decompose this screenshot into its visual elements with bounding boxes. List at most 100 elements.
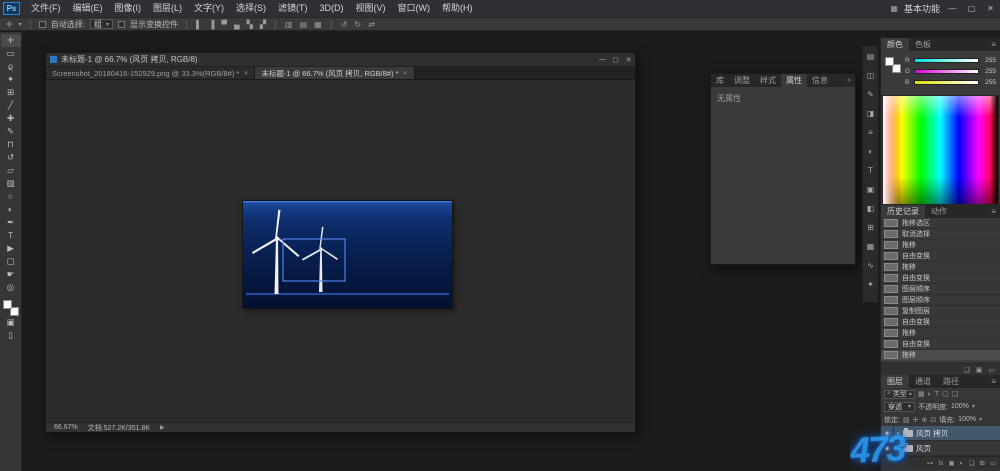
collapsed-panel-icon-10[interactable]: ⊞ <box>867 221 874 234</box>
align-left-icon[interactable]: ▌ <box>195 20 203 29</box>
doc-close-button[interactable]: ✕ <box>622 56 635 64</box>
collapsed-panel-icon-1[interactable]: ▤ <box>867 50 875 63</box>
menu-select[interactable]: 选择(S) <box>230 0 272 17</box>
blend-mode-dropdown[interactable]: 穿透 ▾ <box>884 402 915 412</box>
doc-restore-button[interactable]: ▢ <box>609 56 622 64</box>
collapsed-panel-icon-9[interactable]: ◧ <box>867 202 875 215</box>
canvas-image[interactable] <box>243 201 452 308</box>
auto-select-dropdown[interactable]: 组 ▾ <box>90 19 113 29</box>
new-document-from-state-icon[interactable]: ❏ <box>963 366 969 374</box>
menu-help[interactable]: 帮助(H) <box>436 0 479 17</box>
history-state-current[interactable]: 拖移 <box>881 350 1000 361</box>
opacity-value[interactable]: 100% <box>951 403 969 410</box>
history-state[interactable]: 自由变换 <box>881 317 1000 328</box>
color-spectrum-picker[interactable] <box>882 95 999 205</box>
layer-row-fengye[interactable]: ◉ ▸ 风页 <box>881 441 1000 456</box>
collapsed-panel-icon-11[interactable]: ▦ <box>867 240 875 253</box>
dodge-tool-button[interactable]: ◐ <box>1 203 21 216</box>
tab-properties[interactable]: 属性 <box>781 74 807 87</box>
3d-roll-icon[interactable]: ↻ <box>353 20 362 29</box>
green-value[interactable]: 255 <box>982 68 996 75</box>
status-arrow-icon[interactable]: ▶ <box>160 424 165 431</box>
history-state[interactable]: 自由变换 <box>881 273 1000 284</box>
create-snapshot-icon[interactable]: ▣ <box>976 366 983 374</box>
collapsed-panel-icon-13[interactable]: ✦ <box>867 278 874 291</box>
tab-info[interactable]: 信息 <box>807 74 833 87</box>
tab-adjustments[interactable]: 调整 <box>729 74 755 87</box>
document-tab-screenshot[interactable]: Screenshot_20180416-152929.png @ 33.3%(R… <box>46 67 255 79</box>
eyedropper-tool-button[interactable]: ╱ <box>1 99 21 112</box>
history-state[interactable]: 拖移 <box>881 328 1000 339</box>
spot-healing-brush-tool-button[interactable]: ✚ <box>1 112 21 125</box>
color-panel-swatches[interactable] <box>885 57 901 73</box>
minimize-button[interactable]: — <box>946 4 959 13</box>
visibility-eye-icon[interactable]: ◉ <box>881 426 894 440</box>
history-state[interactable]: 自由变换 <box>881 251 1000 262</box>
layer-row-fengye-copy[interactable]: ◉ ▸ 风页 拷贝 <box>881 426 1000 441</box>
collapsed-panel-icon-2[interactable]: ◫ <box>867 69 875 82</box>
3d-drag-icon[interactable]: ⇄ <box>367 20 376 29</box>
tab-libraries[interactable]: 库 <box>711 74 729 87</box>
layer-name[interactable]: 风页 拷贝 <box>916 428 948 439</box>
align-center-h-icon[interactable]: ▚ <box>246 20 254 29</box>
menu-file[interactable]: 文件(F) <box>25 0 67 17</box>
brush-tool-button[interactable]: ✎ <box>1 125 21 138</box>
new-layer-icon[interactable]: ⊞ <box>979 459 984 467</box>
link-layers-icon[interactable]: ⊶ <box>927 459 934 467</box>
history-state[interactable]: 自由变换 <box>881 339 1000 350</box>
history-state[interactable]: 图层顺序 <box>881 284 1000 295</box>
eraser-tool-button[interactable]: ▱ <box>1 164 21 177</box>
chevron-down-icon[interactable]: ▾ <box>972 403 975 410</box>
tab-styles[interactable]: 样式 <box>755 74 781 87</box>
shape-tool-button[interactable]: ▢ <box>1 255 21 268</box>
foreground-color-swatch[interactable] <box>3 300 12 309</box>
new-adjustment-layer-icon[interactable]: ◐ <box>960 460 964 467</box>
collapsed-panel-icon-3[interactable]: ✎ <box>867 88 874 101</box>
align-center-v-icon[interactable]: ▞ <box>259 20 267 29</box>
foreground-color-swatch[interactable] <box>885 57 894 66</box>
delete-layer-icon[interactable]: ▭ <box>990 459 996 467</box>
menu-type[interactable]: 文字(Y) <box>188 0 230 17</box>
filter-adjustment-layers-icon[interactable]: ◐ <box>928 391 932 398</box>
distribute-h-icon[interactable]: ▥ <box>284 20 294 29</box>
lock-position-icon[interactable]: ✛ <box>913 416 919 424</box>
red-value[interactable]: 255 <box>982 57 996 64</box>
menu-edit[interactable]: 编辑(E) <box>67 0 109 17</box>
path-selection-tool-button[interactable]: ▶ <box>1 242 21 255</box>
history-state[interactable]: 取消选择 <box>881 229 1000 240</box>
visibility-eye-icon[interactable]: ◉ <box>881 441 894 455</box>
screen-mode-button[interactable]: ▯ <box>1 329 21 342</box>
3d-rotate-icon[interactable]: ↺ <box>340 20 349 29</box>
quick-selection-tool-button[interactable]: ✦ <box>1 73 21 86</box>
maximize-button[interactable]: ▢ <box>965 4 978 13</box>
align-bottom-icon[interactable]: ▄ <box>233 20 241 29</box>
green-slider[interactable] <box>914 69 979 74</box>
clone-stamp-tool-button[interactable]: ⊓ <box>1 138 21 151</box>
pen-tool-button[interactable]: ✒ <box>1 216 21 229</box>
group-expand-icon[interactable]: ▸ <box>897 430 900 437</box>
color-swatch-control[interactable] <box>3 300 19 316</box>
filter-pixel-layers-icon[interactable]: ▦ <box>918 390 925 398</box>
show-transform-checkbox[interactable] <box>118 21 125 28</box>
menu-layer[interactable]: 图层(L) <box>147 0 188 17</box>
current-tool-icon[interactable]: ✛ <box>5 20 14 29</box>
blue-slider[interactable] <box>914 80 979 85</box>
align-top-icon[interactable]: ▀ <box>220 20 228 29</box>
blur-tool-button[interactable]: ○ <box>1 190 21 203</box>
new-group-icon[interactable]: ❏ <box>969 459 975 467</box>
tab-channels[interactable]: 通道 <box>909 375 937 388</box>
delete-state-icon[interactable]: ▭ <box>988 366 995 374</box>
rectangular-marquee-tool-button[interactable]: ▭ <box>1 47 21 60</box>
close-icon[interactable]: ✕ <box>243 70 248 77</box>
lock-transparency-icon[interactable]: ▨ <box>903 416 910 424</box>
collapsed-panel-icon-4[interactable]: ◨ <box>867 107 875 120</box>
layer-name[interactable]: 风页 <box>916 443 931 454</box>
blue-value[interactable]: 255 <box>982 79 996 86</box>
collapsed-panel-icon-8[interactable]: ▣ <box>867 183 875 196</box>
collapsed-panel-icon-6[interactable]: ◐ <box>868 145 873 158</box>
add-layer-mask-icon[interactable]: ▣ <box>948 459 954 467</box>
panel-menu-icon[interactable]: ≡ <box>991 40 1000 49</box>
tab-history[interactable]: 历史记录 <box>881 205 925 218</box>
layer-filter-dropdown[interactable]: ⌕ 类型 ▾ <box>884 390 915 399</box>
gradient-tool-button[interactable]: ▨ <box>1 177 21 190</box>
